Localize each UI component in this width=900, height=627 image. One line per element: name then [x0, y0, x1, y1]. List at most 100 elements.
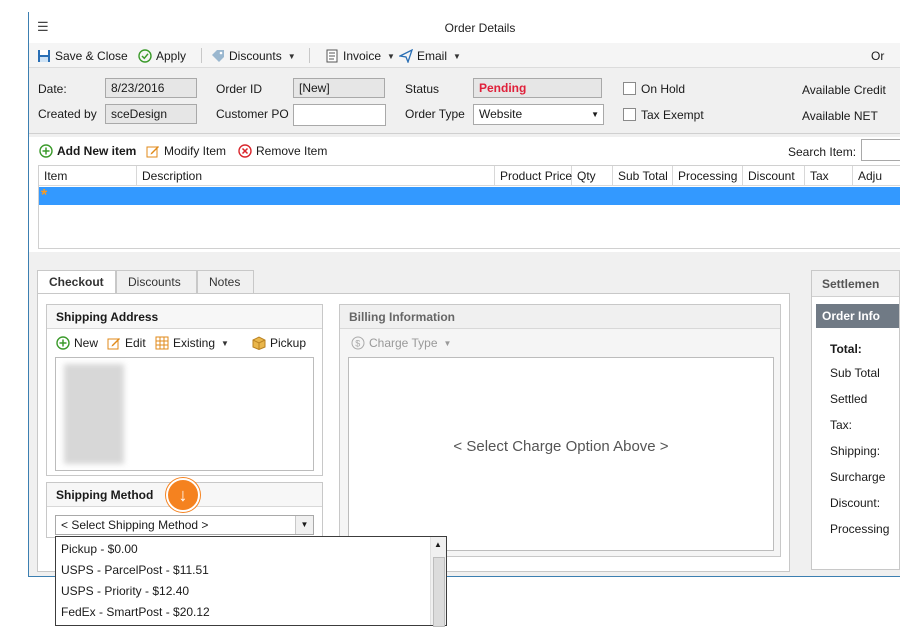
settlement-panel: Settlemen Order Info Total: Sub Total Se… — [811, 270, 900, 570]
on-hold-checkbox[interactable] — [623, 82, 636, 95]
charge-option-placeholder: < Select Charge Option Above > — [453, 438, 669, 455]
dropdown-scrollbar[interactable]: ▲ — [430, 537, 446, 627]
window-title: Order Details — [444, 21, 516, 35]
column-header-item[interactable]: Item — [39, 166, 137, 186]
edit-icon — [107, 338, 120, 350]
column-header-tax[interactable]: Tax — [805, 166, 853, 186]
column-header-discount[interactable]: Discount — [743, 166, 805, 186]
scroll-thumb[interactable] — [433, 557, 445, 627]
customer-po-input[interactable] — [293, 104, 386, 126]
invoice-label: Invoice — [343, 49, 382, 63]
email-label: Email — [417, 49, 448, 63]
save-close-button[interactable]: Save & Close — [37, 47, 128, 65]
discount-label: Discount: — [830, 496, 881, 510]
on-hold-label: On Hold — [641, 82, 686, 96]
order-id-field[interactable]: [New] — [293, 78, 385, 98]
shipping-method-dropdown: Pickup - $0.00 USPS - ParcelPost - $11.5… — [55, 536, 447, 627]
settlement-tab[interactable]: Settlemen — [812, 271, 899, 297]
edit-address-label: Edit — [125, 336, 146, 350]
created-by-label: Created by — [38, 107, 97, 121]
save-icon — [38, 50, 50, 62]
date-field[interactable]: 8/23/2016 — [105, 78, 197, 98]
order-id-label: Order ID — [216, 82, 263, 96]
shipping-option-usps-priority[interactable]: USPS - Priority - $12.40 — [61, 584, 189, 598]
chevron-down-icon: ▼ — [287, 51, 296, 61]
shipping-address-title: Shipping Address — [47, 305, 322, 329]
order-header: Date: 8/23/2016 Created by sceDesign Ord… — [29, 69, 900, 134]
column-header-qty[interactable]: Qty — [572, 166, 613, 186]
document-icon — [326, 49, 338, 63]
check-circle-icon — [138, 49, 152, 63]
new-item-row[interactable]: * — [39, 187, 900, 205]
column-header-product-price[interactable]: Product Price — [495, 166, 572, 186]
customer-po-label: Customer PO — [216, 107, 289, 121]
tax-exempt-checkbox[interactable] — [623, 108, 636, 121]
column-header-description[interactable]: Description — [137, 166, 495, 186]
search-item-input[interactable] — [861, 139, 900, 161]
toolbar-separator — [201, 48, 202, 63]
sub-total-label: Sub Total — [830, 366, 880, 380]
search-item-label: Search Item: — [788, 145, 857, 159]
processing-label: Processing — [830, 522, 890, 536]
tab-notes[interactable]: Notes — [197, 270, 254, 294]
date-label: Date: — [38, 82, 67, 96]
svg-text:$: $ — [355, 339, 360, 349]
shipping-method-select[interactable]: < Select Shipping Method > ▼ — [55, 515, 314, 535]
apply-label: Apply — [156, 49, 187, 63]
shipping-address-display — [55, 357, 314, 471]
invoice-button[interactable]: Invoice ▼ — [325, 47, 395, 65]
tab-checkout[interactable]: Checkout — [37, 270, 116, 294]
column-header-processing[interactable]: Processing — [673, 166, 743, 186]
order-type-value: Website — [479, 107, 523, 121]
toolbar-overflow-label: Or — [871, 49, 885, 63]
shipping-option-usps-parcelpost[interactable]: USPS - ParcelPost - $11.51 — [61, 563, 209, 577]
new-row-marker: * — [41, 187, 48, 204]
discounts-button[interactable]: Discounts ▼ — [211, 47, 296, 65]
chevron-down-icon: ▼ — [443, 338, 452, 348]
dollar-icon: $ — [351, 336, 365, 350]
created-by-field[interactable]: sceDesign — [105, 104, 197, 124]
items-section: Add New item Modify Item Remove Item Sea… — [29, 137, 900, 252]
toolbar: Save & Close Apply Discounts ▼ Invoice ▼… — [29, 43, 900, 68]
shipping-option-fedex-smartpost[interactable]: FedEx - SmartPost - $20.12 — [61, 605, 210, 619]
remove-item-button[interactable]: Remove Item — [238, 142, 327, 160]
status-badge: Pending — [473, 78, 602, 98]
new-address-button[interactable]: New — [56, 334, 98, 352]
add-circle-icon — [39, 144, 53, 158]
send-icon — [399, 49, 413, 63]
email-button[interactable]: Email ▼ — [399, 47, 461, 65]
pickup-button[interactable]: Pickup — [252, 334, 306, 352]
shipping-option-pickup[interactable]: Pickup - $0.00 — [61, 542, 138, 556]
modify-item-button[interactable]: Modify Item — [146, 142, 226, 160]
tab-discounts[interactable]: Discounts — [116, 270, 197, 294]
arrow-down-icon: ↓ — [166, 478, 200, 512]
discounts-label: Discounts — [229, 49, 282, 63]
available-credit-label: Available Credit — [802, 83, 886, 97]
edit-icon — [146, 146, 159, 158]
scroll-up-icon[interactable]: ▲ — [434, 540, 442, 549]
billing-information-title: Billing Information — [340, 305, 780, 329]
tax-exempt-label: Tax Exempt — [641, 108, 704, 122]
add-circle-icon — [56, 336, 70, 350]
billing-information-group: Billing Information $ Charge Type ▼ < Se… — [339, 304, 781, 557]
column-header-adjustment[interactable]: Adju — [853, 166, 900, 186]
remove-item-label: Remove Item — [256, 144, 328, 158]
total-label: Total: — [830, 342, 862, 356]
chevron-down-icon: ▼ — [591, 110, 599, 119]
existing-address-button[interactable]: Existing ▼ — [155, 334, 229, 352]
chevron-down-icon[interactable]: ▼ — [295, 516, 313, 534]
grid-header: Item Description Product Price Qty Sub T… — [39, 166, 900, 186]
discount-tag-icon — [212, 50, 224, 62]
pickup-label: Pickup — [270, 336, 307, 350]
charge-type-button[interactable]: $ Charge Type ▼ — [351, 334, 451, 352]
add-new-item-button[interactable]: Add New item — [39, 142, 136, 160]
edit-address-button[interactable]: Edit — [107, 334, 146, 352]
remove-circle-icon — [238, 144, 252, 158]
order-type-select[interactable]: Website ▼ — [473, 104, 604, 125]
apply-button[interactable]: Apply — [138, 47, 186, 65]
existing-address-label: Existing — [173, 336, 216, 350]
package-icon — [252, 336, 266, 350]
column-header-sub-total[interactable]: Sub Total — [613, 166, 673, 186]
redacted-address — [64, 364, 124, 464]
order-info-header: Order Info — [816, 304, 899, 328]
